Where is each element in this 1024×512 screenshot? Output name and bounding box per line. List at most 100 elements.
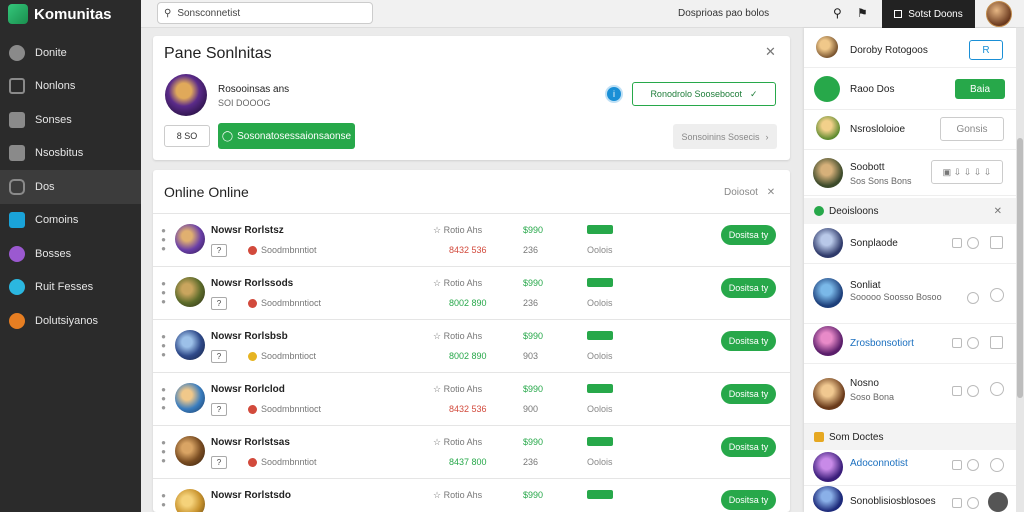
table-row[interactable]: ●●● Nowsr Rorlstsas ? Soodmbnntiot ☆ Rot… (153, 425, 790, 478)
table-row[interactable]: ●●● Nowsr Rorlstsz ? Soodmbnntiot ☆ Roti… (153, 213, 790, 266)
online-filter[interactable]: Doiosot ✕ (724, 187, 775, 198)
checkbox-icon[interactable] (990, 236, 1003, 249)
status-dot-icon (248, 351, 257, 361)
row-tags-text: Rotio Ahs (443, 490, 483, 500)
row-action-label: Dositsa ty (728, 442, 769, 452)
list-item[interactable]: Raoo Dos Baia (804, 68, 1016, 110)
row-name: Nowsr Rorlssods (211, 278, 294, 289)
checkbox-icon[interactable] (952, 386, 962, 396)
row-action-button[interactable]: Dositsa ty (721, 278, 776, 298)
list-item[interactable]: Soobott Sos Sons Bons ▣ ⇩ ⇩ ⇩ ⇩ (804, 150, 1016, 196)
scrollbar[interactable] (1016, 28, 1024, 512)
row-status: Oolois (587, 457, 613, 467)
circle-icon[interactable] (967, 337, 979, 349)
person-action-button[interactable]: Baia (955, 79, 1005, 99)
list-item[interactable]: Sonliat Sooooo Soosso Bosoo (804, 264, 1016, 324)
table-row[interactable]: ●●● Nowsr Rorlstsdo ☆ Rotio Ahs $990 Dos… (153, 478, 790, 512)
drag-handle-icon[interactable]: ●●● (159, 385, 168, 412)
checkbox-icon[interactable] (952, 238, 962, 248)
sidebar-item-2[interactable]: Sonses (0, 103, 141, 137)
list-item[interactable]: Doroby Rotogoos R (804, 28, 1016, 68)
chevron-right-icon: › (765, 131, 769, 142)
sidebar-item-label: Dos (35, 180, 55, 193)
sidebar-item-8[interactable]: Dolutsiyanos (0, 304, 141, 338)
table-row[interactable]: ●●● Nowsr Rorlclod ? Soodmbnntioct ☆ Rot… (153, 372, 790, 425)
top-action-button[interactable]: Sotst Doons (882, 0, 975, 28)
checkbox-icon[interactable] (952, 498, 962, 508)
checkbox-icon[interactable] (952, 338, 962, 348)
drag-handle-icon[interactable]: ●●● (159, 332, 168, 359)
row-action-label: Dositsa ty (728, 336, 769, 346)
drag-handle-icon[interactable]: ●●● (159, 491, 168, 512)
person-name: Nosno (850, 378, 879, 389)
row-action-button[interactable]: Dositsa ty (721, 490, 776, 510)
row-status: Oolois (587, 245, 613, 255)
circle-icon[interactable] (967, 385, 979, 397)
avatar (175, 436, 205, 466)
sidebar-item-1[interactable]: Nonlons (0, 70, 141, 104)
sidebar-item-4[interactable]: Dos (0, 170, 141, 204)
search-box[interactable]: ⚲ Sonsconnetist (157, 2, 373, 24)
sidebar-item-6[interactable]: Bosses (0, 237, 141, 271)
search-input[interactable]: Sonsconnetist (177, 8, 240, 19)
close-icon[interactable]: ✕ (994, 206, 1002, 217)
circle-icon[interactable] (967, 497, 979, 509)
table-row[interactable]: ●●● Nowsr Rorlsbsb ? Soodmbntioct ☆ Roti… (153, 319, 790, 372)
count-button[interactable]: 8 SO (164, 125, 210, 147)
sidebar-item-5[interactable]: Comoins (0, 204, 141, 238)
drag-handle-icon[interactable]: ●●● (159, 279, 168, 306)
person-action-button[interactable]: Gonsis (940, 117, 1004, 141)
list-item[interactable]: Nsrosloloioe Gonsis (804, 110, 1016, 150)
close-icon[interactable]: ✕ (765, 44, 776, 60)
checkbox-icon[interactable] (952, 460, 962, 470)
sidebar-item-0[interactable]: Donite (0, 36, 141, 70)
row-action-button[interactable]: Dositsa ty (721, 437, 776, 457)
list-item[interactable]: Nosno Soso Bona (804, 364, 1016, 424)
muted-action-button[interactable]: Sonsoinins Sosecis › (673, 124, 777, 149)
circle-icon[interactable] (967, 459, 979, 471)
avatar (816, 116, 840, 140)
info-icon[interactable]: i (605, 85, 623, 103)
close-icon[interactable]: ✕ (767, 187, 775, 198)
sidebar-item-label: Ruit Fesses (35, 281, 94, 294)
notification-icon[interactable]: ⚑ (857, 6, 871, 20)
row-action-button[interactable]: Dositsa ty (721, 384, 776, 404)
list-item[interactable]: Sonplaode (804, 224, 1016, 264)
list-item[interactable]: Adoconnotist (804, 450, 1016, 486)
avatar[interactable] (988, 492, 1008, 512)
tag-icon (9, 145, 25, 162)
search-icon[interactable]: ⚲ (833, 6, 847, 20)
circle-icon[interactable] (990, 288, 1004, 302)
list-item[interactable]: Zrosbonsotiort (804, 324, 1016, 364)
table-row[interactable]: ●●● Nowsr Rorlssods ? Soodmbnntioct ☆ Ro… (153, 266, 790, 319)
komunitas-logo-icon (8, 4, 28, 24)
row-action-label: Dositsa ty (728, 283, 769, 293)
drag-handle-icon[interactable]: ●●● (159, 438, 168, 465)
row-action-button[interactable]: Dositsa ty (721, 331, 776, 351)
checkbox-icon[interactable] (990, 336, 1003, 349)
sidebar-item-7[interactable]: Ruit Fesses (0, 271, 141, 305)
gamepad-icon (9, 178, 25, 195)
scrollbar-thumb[interactable] (1017, 138, 1023, 398)
circle-icon[interactable] (990, 382, 1004, 396)
row-action-button[interactable]: Dositsa ty (721, 225, 776, 245)
sidebar-item-3[interactable]: Nsosbitus (0, 137, 141, 171)
circle-icon[interactable] (967, 237, 979, 249)
profile-subtitle: SOI DOOOG (218, 98, 271, 108)
list-item[interactable]: Sonoblisiosblosoes (804, 486, 1016, 512)
sidebar-item-label: Comoins (35, 214, 79, 227)
person-action-button[interactable]: R (969, 40, 1003, 60)
brand[interactable]: Komunitas (0, 0, 141, 28)
primary-action-button[interactable]: ◯ Sosonatosessaionsaonse (218, 123, 355, 149)
right-panel: Doroby Rotogoos R Raoo Dos Baia Nsroslol… (804, 28, 1016, 512)
circle-icon[interactable] (967, 292, 979, 304)
drag-handle-icon[interactable]: ●●● (159, 226, 168, 253)
person-action-label: Gonsis (956, 123, 988, 135)
avatar (175, 383, 205, 413)
avatar (813, 326, 843, 356)
outline-action-button[interactable]: Ronodrolo Soosebocot ✓ (632, 82, 776, 106)
circle-icon[interactable] (990, 458, 1004, 472)
person-action-button[interactable]: ▣ ⇩ ⇩ ⇩ ⇩ (931, 160, 1003, 184)
user-avatar[interactable] (986, 1, 1012, 27)
row-badge: ? (211, 350, 227, 363)
